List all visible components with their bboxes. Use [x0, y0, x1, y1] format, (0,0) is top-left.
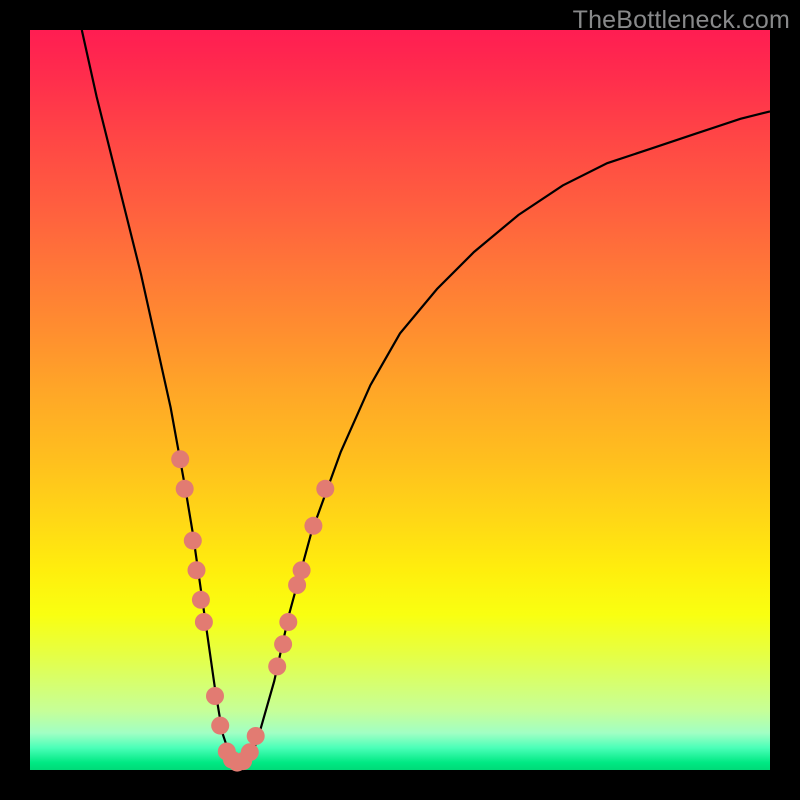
chart-svg [30, 30, 770, 770]
marker-point [211, 717, 229, 735]
marker-point [171, 450, 189, 468]
marker-point [316, 480, 334, 498]
marker-point [247, 727, 265, 745]
marker-point [188, 561, 206, 579]
marker-point [206, 687, 224, 705]
chart-frame: TheBottleneck.com [0, 0, 800, 800]
plot-area [30, 30, 770, 770]
marker-point [304, 517, 322, 535]
marker-point [279, 613, 297, 631]
marker-point [268, 657, 286, 675]
marker-point [184, 532, 202, 550]
marker-point [195, 613, 213, 631]
watermark-text: TheBottleneck.com [573, 6, 790, 35]
marker-point [274, 635, 292, 653]
marker-point [293, 561, 311, 579]
marker-point [192, 591, 210, 609]
marker-point [241, 743, 259, 761]
marker-group [171, 450, 334, 771]
marker-point [176, 480, 194, 498]
bottleneck-curve [82, 30, 770, 763]
